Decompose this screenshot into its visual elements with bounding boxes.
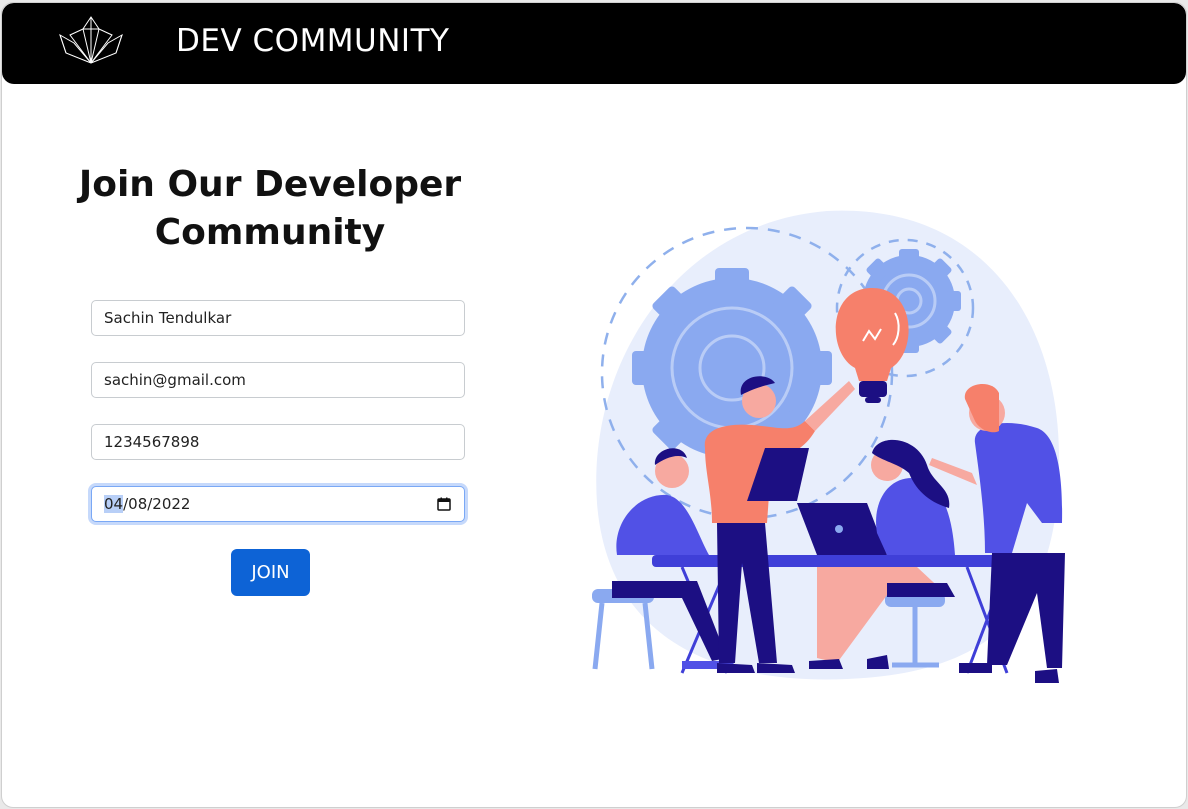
brand-title[interactable]: DEV COMMUNITY <box>176 23 449 59</box>
phone-value: 1234567898 <box>104 433 200 451</box>
logo-icon[interactable] <box>56 13 126 67</box>
email-field[interactable]: sachin@gmail.com <box>91 362 465 398</box>
navbar: DEV COMMUNITY <box>2 3 1186 84</box>
page-heading: Join Our Developer Community <box>78 164 462 253</box>
name-value: Sachin Tendulkar <box>104 309 232 327</box>
calendar-icon[interactable] <box>437 497 451 511</box>
email-value: sachin@gmail.com <box>104 371 246 389</box>
date-month-segment[interactable]: 04 <box>104 495 124 513</box>
phone-field[interactable]: 1234567898 <box>91 424 465 460</box>
date-rest-segment[interactable]: /08/2022 <box>123 495 190 513</box>
page-frame: DEV COMMUNITY Join Our Developer Communi… <box>1 2 1187 808</box>
date-field[interactable]: 04/08/2022 <box>91 486 465 522</box>
join-button[interactable]: JOIN <box>231 549 310 596</box>
name-field[interactable]: Sachin Tendulkar <box>91 300 465 336</box>
team-illustration <box>592 210 1065 683</box>
